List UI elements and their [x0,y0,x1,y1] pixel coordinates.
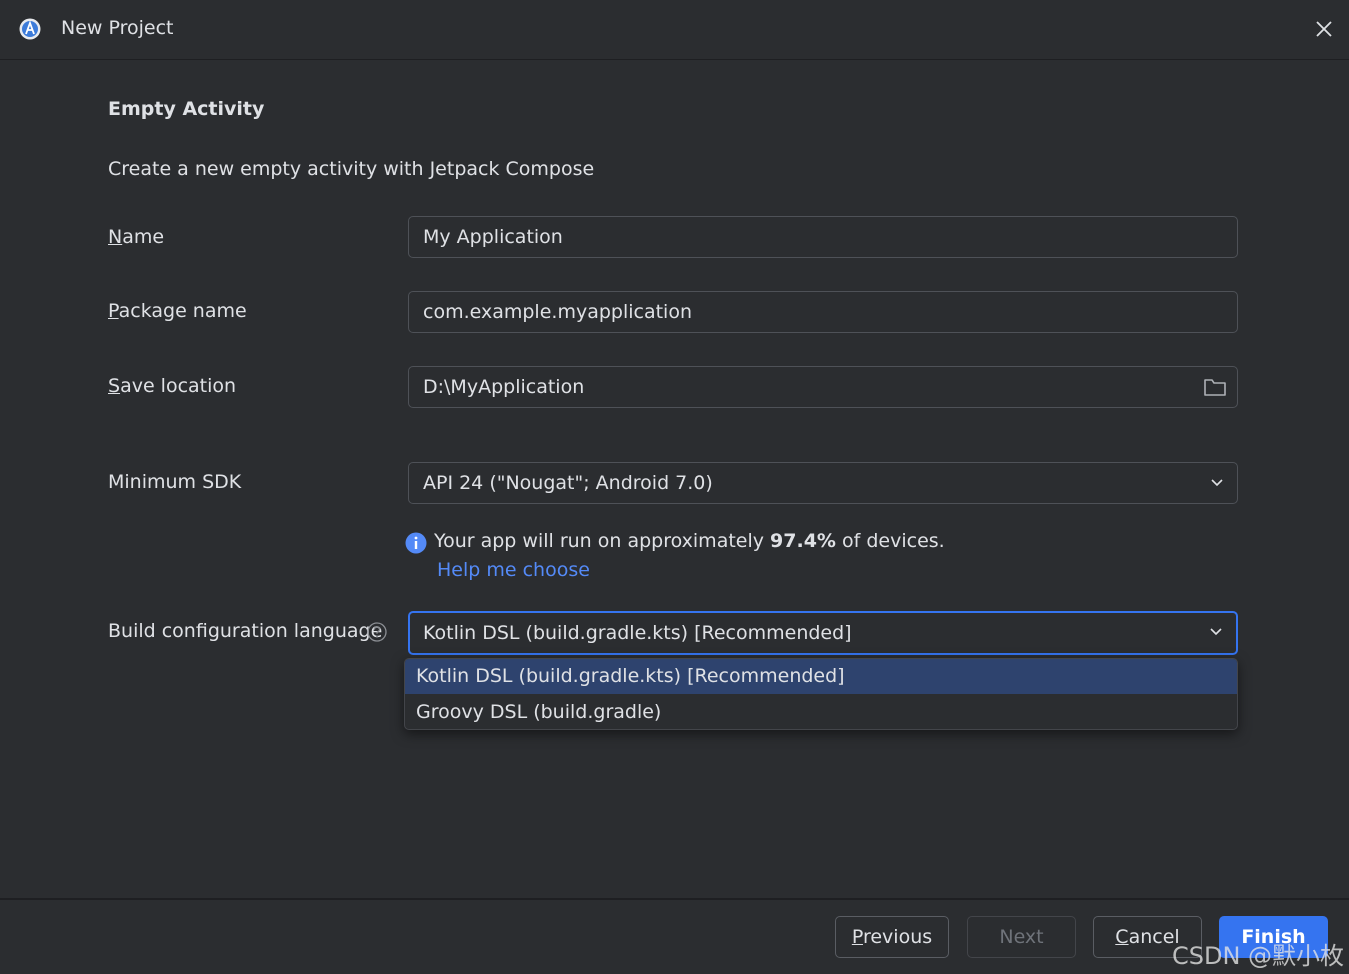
package-name-input[interactable] [408,291,1238,333]
name-label: Name [108,226,164,248]
page-description: Create a new empty activity with Jetpack… [108,158,595,180]
build-language-label: Build configuration language [108,620,383,642]
package-label-mnemonic: P [108,300,119,322]
title-bar: New Project [0,0,1349,60]
next-button[interactable]: Next [967,916,1076,958]
sdk-coverage-text: Your app will run on approximately 97.4%… [434,530,945,552]
help-me-choose-link[interactable]: Help me choose [437,559,590,581]
minimum-sdk-label: Minimum SDK [108,471,242,493]
minimum-sdk-select[interactable]: API 24 ("Nougat"; Android 7.0) [408,462,1238,504]
save-location-label-text: ave location [120,375,237,397]
sdk-coverage-suffix: of devices. [835,530,945,552]
save-location-label-mnemonic: S [108,375,121,397]
name-label-text: ame [122,226,165,248]
cancel-mnemonic: C [1115,926,1129,948]
folder-icon[interactable] [1203,376,1227,398]
previous-mnemonic: P [851,926,863,948]
close-icon[interactable] [1313,18,1335,40]
previous-button[interactable]: Previous [835,916,949,958]
sdk-coverage-percent: 97.4% [770,530,836,552]
dropdown-option-kotlin[interactable]: Kotlin DSL (build.gradle.kts) [Recommend… [405,659,1237,694]
name-input[interactable] [408,216,1238,258]
info-icon [405,532,427,554]
build-language-dropdown: Kotlin DSL (build.gradle.kts) [Recommend… [404,658,1238,730]
page-title: Empty Activity [108,98,265,120]
previous-label: revious [862,926,933,948]
chevron-down-icon [1211,479,1223,487]
help-question-icon[interactable] [367,622,387,642]
build-language-value: Kotlin DSL (build.gradle.kts) [Recommend… [423,622,852,644]
build-language-select[interactable]: Kotlin DSL (build.gradle.kts) [Recommend… [408,611,1238,655]
package-label: Package name [108,300,247,322]
sdk-coverage-prefix: Your app will run on approximately [434,530,771,552]
dropdown-option-groovy[interactable]: Groovy DSL (build.gradle) [405,695,1237,729]
android-studio-icon [19,18,41,40]
minimum-sdk-value: API 24 ("Nougat"; Android 7.0) [423,472,713,494]
save-location-input[interactable] [408,366,1238,408]
package-label-text: ackage name [118,300,247,322]
name-label-mnemonic: N [108,226,123,248]
watermark: CSDN @默小枚 [1172,942,1345,970]
save-location-label: Save location [108,375,236,397]
chevron-down-icon [1210,628,1222,636]
window-title: New Project [61,17,174,39]
